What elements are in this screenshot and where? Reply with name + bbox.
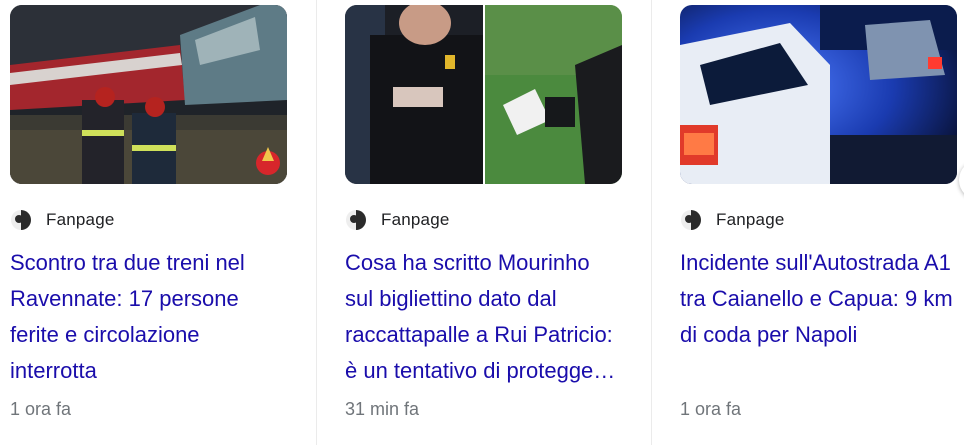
news-card[interactable]: Fanpage Scontro tra due treni nel Ravenn… xyxy=(10,0,310,445)
football-note-image xyxy=(345,5,622,184)
source-name: Fanpage xyxy=(46,210,115,229)
news-carousel: Fanpage Scontro tra due treni nel Ravenn… xyxy=(0,0,964,445)
article-time: 31 min fa xyxy=(345,399,420,419)
article-headline[interactable]: Cosa ha scritto Mourinho sul bigliettino… xyxy=(345,245,620,389)
news-card[interactable]: Fanpage Incidente sull'Autostrada A1 tra… xyxy=(680,0,964,445)
article-source: Fanpage xyxy=(345,208,450,232)
article-source: Fanpage xyxy=(680,208,785,232)
article-time: 1 ora fa xyxy=(10,399,72,419)
article-thumbnail[interactable] xyxy=(345,5,622,184)
article-headline[interactable]: Scontro tra due treni nel Ravennate: 17 … xyxy=(10,245,285,389)
article-thumbnail[interactable] xyxy=(680,5,957,184)
fanpage-logo-icon xyxy=(681,210,701,230)
source-name: Fanpage xyxy=(716,210,785,229)
card-divider xyxy=(316,0,317,445)
news-card[interactable]: Fanpage Cosa ha scritto Mourinho sul big… xyxy=(345,0,645,445)
train-collision-image xyxy=(10,5,287,184)
article-time: 1 ora fa xyxy=(680,399,742,419)
police-car-image xyxy=(680,5,957,184)
source-name: Fanpage xyxy=(381,210,450,229)
article-headline[interactable]: Incidente sull'Autostrada A1 tra Caianel… xyxy=(680,245,955,353)
fanpage-logo-icon xyxy=(346,210,366,230)
article-thumbnail[interactable] xyxy=(10,5,287,184)
article-source: Fanpage xyxy=(10,208,115,232)
fanpage-logo-icon xyxy=(11,210,31,230)
card-divider xyxy=(651,0,652,445)
